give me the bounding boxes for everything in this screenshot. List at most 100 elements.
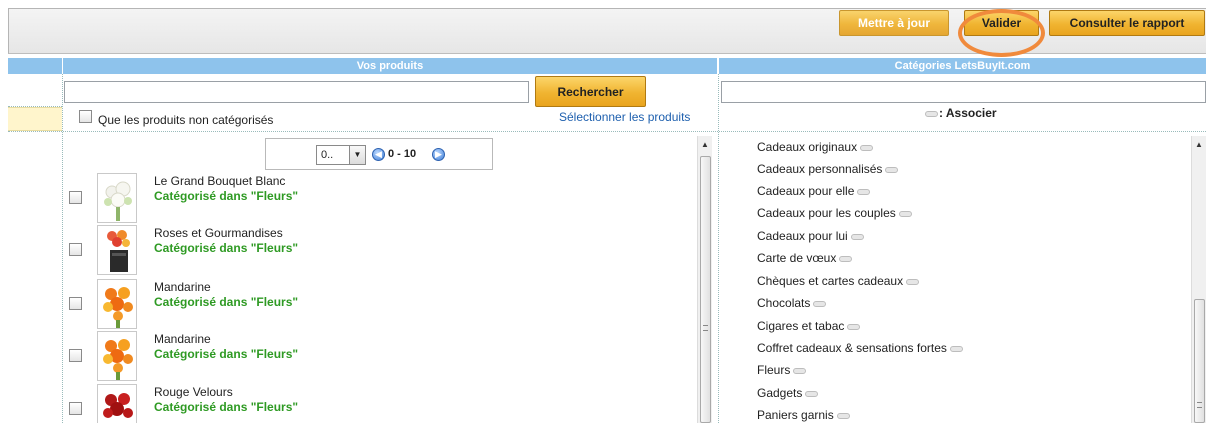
category-item[interactable]: Cigares et tabac	[757, 319, 861, 333]
category-item[interactable]: Cadeaux pour lui	[757, 229, 864, 243]
select-products-link[interactable]: Sélectionner les produits	[559, 110, 690, 124]
category-label: Gadgets	[757, 386, 803, 400]
category-item[interactable]: Cadeaux pour les couples	[757, 206, 912, 220]
product-row[interactable]: Roses et Gourmandises Catégorisé dans "F…	[68, 225, 698, 277]
link-icon[interactable]	[898, 210, 912, 217]
product-checkbox[interactable]	[69, 243, 82, 256]
category-label: Cadeaux personnalisés	[757, 162, 883, 176]
associate-label: : Associer	[939, 106, 997, 120]
scroll-up-icon[interactable]: ▲	[1195, 140, 1203, 149]
row-separator	[8, 106, 62, 107]
category-item[interactable]: Carte de vœux	[757, 251, 853, 265]
category-label: Cadeaux pour elle	[757, 184, 855, 198]
product-checkbox[interactable]	[69, 191, 82, 204]
link-icon[interactable]	[857, 188, 871, 195]
product-row[interactable]: Rouge Velours Catégorisé dans "Fleurs"	[68, 384, 698, 423]
scrollbar-thumb[interactable]	[1194, 299, 1205, 423]
link-icon	[925, 110, 938, 117]
pagination: 0.. ▼ ◀ 0 - 10 ▶	[265, 138, 493, 170]
link-icon[interactable]	[949, 345, 963, 352]
link-icon[interactable]	[885, 166, 899, 173]
uncategorized-checkbox[interactable]	[79, 110, 92, 123]
link-icon[interactable]	[850, 233, 864, 240]
category-item[interactable]: Chèques et cartes cadeaux	[757, 274, 920, 288]
product-checkbox[interactable]	[69, 402, 82, 415]
associate-legend: : Associer	[925, 106, 997, 120]
category-item[interactable]: Cadeaux personnalisés	[757, 162, 899, 176]
product-category-status: Catégorisé dans "Fleurs"	[154, 295, 299, 309]
header-stub	[8, 58, 62, 74]
category-item[interactable]: Fleurs	[757, 363, 807, 377]
product-name: Mandarine	[154, 332, 211, 346]
link-icon[interactable]	[813, 300, 827, 307]
category-label: Coffret cadeaux & sensations fortes	[757, 341, 947, 355]
row-separator	[63, 131, 718, 132]
view-report-button[interactable]: Consulter le rapport	[1049, 10, 1205, 36]
per-page-select[interactable]: 0.. ▼	[316, 145, 366, 165]
product-thumbnail	[97, 173, 137, 223]
product-row[interactable]: Mandarine Catégorisé dans "Fleurs"	[68, 279, 698, 331]
update-button[interactable]: Mettre à jour	[839, 10, 949, 36]
scrollbar-thumb[interactable]	[700, 156, 711, 423]
category-label: Paniers garnis	[757, 408, 834, 422]
product-checkbox[interactable]	[69, 297, 82, 310]
category-label: Chèques et cartes cadeaux	[757, 274, 904, 288]
product-checkbox[interactable]	[69, 349, 82, 362]
left-highlight-cell	[8, 107, 62, 131]
link-icon[interactable]	[847, 323, 861, 330]
scroll-up-icon[interactable]: ▲	[701, 140, 709, 149]
column-divider	[718, 74, 719, 423]
category-item[interactable]: Chocolats	[757, 296, 827, 310]
link-icon[interactable]	[836, 412, 850, 419]
product-category-status: Catégorisé dans "Fleurs"	[154, 347, 299, 361]
uncategorized-filter[interactable]	[79, 110, 92, 126]
products-scrollbar[interactable]: ▲	[697, 136, 712, 423]
category-item[interactable]: Gadgets	[757, 386, 819, 400]
category-label: Chocolats	[757, 296, 811, 310]
categories-header: Catégories LetsBuyIt.com	[719, 58, 1206, 74]
product-thumbnail	[97, 279, 137, 329]
row-separator	[719, 131, 1206, 132]
product-category-status: Catégorisé dans "Fleurs"	[154, 241, 299, 255]
link-icon[interactable]	[793, 367, 807, 374]
prev-page-icon[interactable]: ◀	[372, 148, 385, 161]
chevron-down-icon[interactable]: ▼	[349, 146, 365, 164]
per-page-value: 0..	[321, 149, 334, 161]
category-item[interactable]: Cadeaux originaux	[757, 140, 874, 154]
product-thumbnail	[97, 225, 137, 275]
products-header: Vos produits	[63, 58, 717, 74]
next-page-icon[interactable]: ▶	[432, 148, 445, 161]
grip-icon	[703, 325, 708, 331]
category-item[interactable]: Coffret cadeaux & sensations fortes	[757, 341, 963, 355]
product-name: Mandarine	[154, 280, 211, 294]
link-icon[interactable]	[839, 255, 853, 262]
highlight-ring	[958, 9, 1045, 57]
search-button[interactable]: Rechercher	[535, 76, 646, 107]
row-separator	[8, 131, 62, 132]
link-icon[interactable]	[860, 144, 874, 151]
product-row[interactable]: Mandarine Catégorisé dans "Fleurs"	[68, 331, 698, 383]
product-name: Rouge Velours	[154, 385, 233, 399]
grip-icon	[1197, 402, 1202, 408]
category-label: Cadeaux pour les couples	[757, 206, 896, 220]
categories-scrollbar[interactable]: ▲	[1191, 136, 1206, 423]
category-label: Cadeaux pour lui	[757, 229, 848, 243]
link-icon[interactable]	[805, 390, 819, 397]
category-label: Cadeaux originaux	[757, 140, 858, 154]
category-item[interactable]: Cadeaux pour elle	[757, 184, 871, 198]
product-category-status: Catégorisé dans "Fleurs"	[154, 400, 299, 414]
category-label: Fleurs	[757, 363, 791, 377]
category-label: Cigares et tabac	[757, 319, 845, 333]
page-range: 0 - 10	[388, 148, 417, 160]
product-name: Roses et Gourmandises	[154, 226, 283, 240]
product-thumbnail	[97, 384, 137, 423]
link-icon[interactable]	[906, 278, 920, 285]
category-search-input[interactable]	[721, 81, 1206, 103]
product-name: Le Grand Bouquet Blanc	[154, 174, 286, 188]
uncategorized-label: Que les produits non catégorisés	[98, 113, 274, 127]
product-category-status: Catégorisé dans "Fleurs"	[154, 189, 299, 203]
product-search-input[interactable]	[64, 81, 529, 103]
column-divider	[62, 74, 63, 423]
category-item[interactable]: Paniers garnis	[757, 408, 850, 422]
product-row[interactable]: Le Grand Bouquet Blanc Catégorisé dans "…	[68, 173, 698, 225]
